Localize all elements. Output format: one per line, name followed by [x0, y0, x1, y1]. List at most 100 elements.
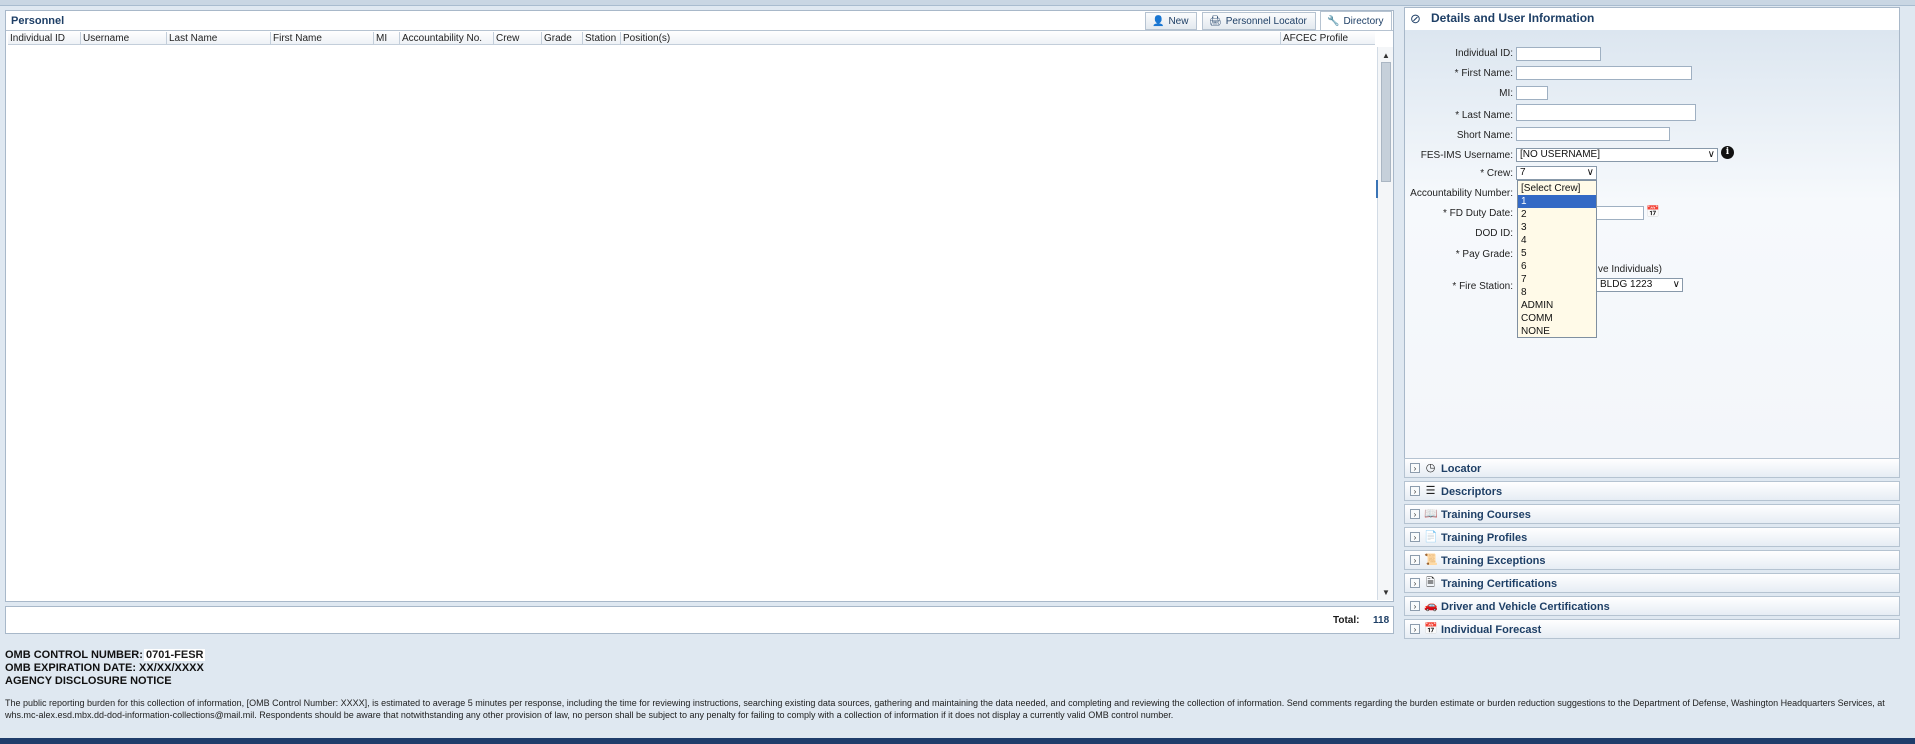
- expand-icon[interactable]: ›: [1410, 555, 1420, 565]
- crew-option[interactable]: 4: [1518, 234, 1596, 247]
- accordion-driver-vehicle[interactable]: › 🚗 Driver and Vehicle Certifications: [1404, 596, 1900, 616]
- fire-station-select[interactable]: BLDG 1223 ∨: [1597, 278, 1683, 292]
- col-positions[interactable]: Position(s): [623, 33, 670, 44]
- col-divider: [541, 32, 542, 44]
- crew-option[interactable]: [Select Crew]: [1518, 182, 1596, 195]
- expand-icon[interactable]: ›: [1410, 486, 1420, 496]
- crew-option[interactable]: COMM: [1518, 312, 1596, 325]
- crew-option[interactable]: 6: [1518, 260, 1596, 273]
- crew-option[interactable]: 8: [1518, 286, 1596, 299]
- accordion-label: Driver and Vehicle Certifications: [1441, 601, 1610, 613]
- inactive-checkbox-label[interactable]: ve Individuals): [1598, 264, 1662, 275]
- crew-option[interactable]: 7: [1518, 273, 1596, 286]
- accordion-training-profiles[interactable]: › 📄 Training Profiles: [1404, 527, 1900, 547]
- username-value: [NO USERNAME]: [1520, 149, 1601, 160]
- col-accountability[interactable]: Accountability No.: [402, 33, 482, 44]
- document-icon: 📄: [1424, 531, 1438, 543]
- omb-control-value: 0701-FESR: [144, 649, 206, 661]
- accountability-label: Accountability Number:: [1410, 188, 1513, 199]
- list-icon: ☰: [1425, 485, 1436, 497]
- directory-tab[interactable]: 🔧 Directory: [1320, 11, 1392, 31]
- accordion-training-certifications[interactable]: › 🗎 Training Certifications: [1404, 573, 1900, 593]
- short-name-field[interactable]: [1516, 127, 1670, 141]
- username-select[interactable]: [NO USERNAME] ∨: [1516, 148, 1718, 162]
- first-name-field[interactable]: [1516, 66, 1692, 80]
- expand-icon[interactable]: ›: [1410, 624, 1420, 634]
- individual-id-field[interactable]: [1516, 47, 1601, 61]
- expand-icon[interactable]: ›: [1410, 509, 1420, 519]
- crew-option[interactable]: 3: [1518, 221, 1596, 234]
- expand-icon[interactable]: ›: [1410, 463, 1420, 473]
- total-label: Total:: [1333, 615, 1360, 626]
- info-icon[interactable]: i: [1721, 146, 1734, 159]
- col-station[interactable]: Station: [585, 33, 616, 44]
- scroll-up-icon[interactable]: ▲: [1382, 51, 1390, 60]
- col-afcec-profile[interactable]: AFCEC Profile: [1283, 33, 1348, 44]
- accordion-locator[interactable]: › ◷ Locator: [1404, 458, 1900, 478]
- column-header-row: Individual ID Username Last Name First N…: [8, 31, 1375, 45]
- col-divider: [1280, 32, 1281, 44]
- new-button[interactable]: 👤 New: [1145, 12, 1197, 30]
- col-divider: [620, 32, 621, 44]
- col-last-name[interactable]: Last Name: [169, 33, 217, 44]
- top-strip: [0, 0, 1915, 6]
- crew-option[interactable]: 2: [1518, 208, 1596, 221]
- fd-duty-date-field[interactable]: [1597, 206, 1644, 220]
- accordion-label: Training Profiles: [1441, 532, 1528, 544]
- agency-disclosure: AGENCY DISCLOSURE NOTICE: [5, 675, 172, 687]
- chevron-down-icon: ∨: [1586, 167, 1594, 178]
- accordion-individual-forecast[interactable]: › 📅 Individual Forecast: [1404, 619, 1900, 639]
- col-divider: [270, 32, 271, 44]
- fire-station-value: BLDG 1223: [1600, 279, 1653, 290]
- accordion-label: Locator: [1441, 463, 1482, 475]
- disclosure-notice: The public reporting burden for this col…: [5, 698, 1885, 720]
- col-individual-id[interactable]: Individual ID: [10, 33, 65, 44]
- directory-label: Directory: [1343, 15, 1384, 27]
- crew-option[interactable]: 5: [1518, 247, 1596, 260]
- accordion-training-courses[interactable]: › 📖 Training Courses: [1404, 504, 1900, 524]
- mi-field[interactable]: [1516, 86, 1548, 100]
- panel-title: Personnel: [11, 15, 65, 27]
- expand-icon[interactable]: ›: [1410, 601, 1420, 611]
- collapse-icon[interactable]: ⊘: [1410, 11, 1421, 27]
- new-button-label: New: [1168, 15, 1189, 27]
- calendar-icon: 📅: [1424, 623, 1438, 635]
- accordion-label: Descriptors: [1441, 486, 1503, 498]
- expand-icon[interactable]: ›: [1410, 532, 1420, 542]
- col-divider: [582, 32, 583, 44]
- col-grade[interactable]: Grade: [544, 33, 572, 44]
- col-first-name[interactable]: First Name: [273, 33, 322, 44]
- col-crew[interactable]: Crew: [496, 33, 519, 44]
- crew-select[interactable]: 7 ∨: [1516, 166, 1597, 180]
- scroll-thumb[interactable]: [1381, 62, 1391, 182]
- crew-option[interactable]: NONE: [1518, 325, 1596, 338]
- accordion-descriptors[interactable]: › ☰ Descriptors: [1404, 481, 1900, 501]
- crew-option[interactable]: 1: [1518, 195, 1596, 208]
- expand-icon[interactable]: ›: [1410, 578, 1420, 588]
- accordion-label: Training Exceptions: [1441, 555, 1546, 567]
- printer-icon: 🖨: [1209, 15, 1222, 27]
- book-icon: 📖: [1424, 508, 1438, 520]
- crew-label: * Crew:: [1480, 168, 1513, 179]
- crew-value: 7: [1520, 167, 1526, 178]
- scroll-down-icon[interactable]: ▼: [1382, 588, 1390, 597]
- personnel-locator-label: Personnel Locator: [1225, 15, 1307, 27]
- vertical-scrollbar[interactable]: ▲ ▼: [1377, 47, 1393, 600]
- total-value: 118: [1373, 615, 1390, 626]
- calendar-icon[interactable]: 📅: [1646, 205, 1660, 218]
- personnel-locator-button[interactable]: 🖨 Personnel Locator: [1202, 12, 1316, 30]
- omb-control-label: OMB CONTROL NUMBER:: [5, 649, 143, 661]
- omb-expiration: OMB EXPIRATION DATE: XX/XX/XXXX: [5, 662, 204, 674]
- col-mi[interactable]: MI: [376, 33, 387, 44]
- personnel-panel: Personnel 👤 New 🖨 Personnel Locator 🔧 Di…: [5, 10, 1394, 602]
- username-label: FES-IMS Username:: [1420, 150, 1513, 161]
- col-divider: [80, 32, 81, 44]
- bottom-edge: [0, 738, 1915, 744]
- last-name-field[interactable]: [1516, 104, 1696, 121]
- accordion-label: Individual Forecast: [1441, 624, 1542, 636]
- vehicle-icon: 🚗: [1424, 600, 1438, 612]
- accordion-training-exceptions[interactable]: › 📜 Training Exceptions: [1404, 550, 1900, 570]
- crew-option[interactable]: ADMIN: [1518, 299, 1596, 312]
- dod-id-label: DOD ID:: [1475, 228, 1513, 239]
- col-username[interactable]: Username: [83, 33, 129, 44]
